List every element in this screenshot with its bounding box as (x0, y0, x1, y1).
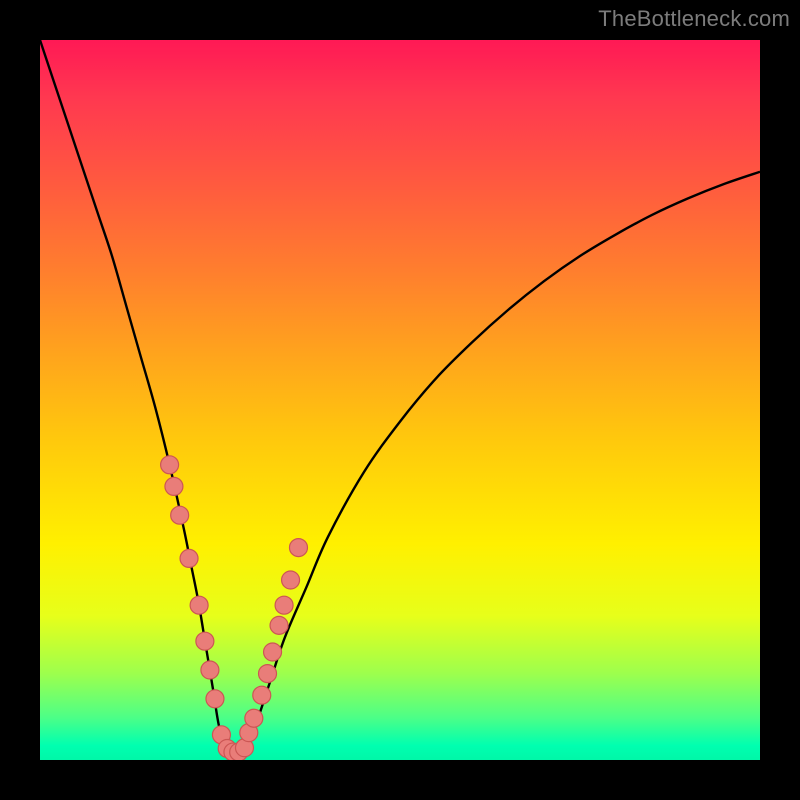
bottleneck-curve (40, 40, 760, 754)
marker-point (196, 632, 214, 650)
marker-point (165, 477, 183, 495)
highlighted-points (161, 456, 308, 760)
marker-point (253, 686, 271, 704)
marker-point (201, 661, 219, 679)
marker-point (190, 596, 208, 614)
chart-canvas: TheBottleneck.com (0, 0, 800, 800)
marker-point (289, 539, 307, 557)
marker-point (282, 571, 300, 589)
marker-point (270, 616, 288, 634)
marker-point (275, 596, 293, 614)
marker-point (206, 690, 224, 708)
watermark-text: TheBottleneck.com (598, 6, 790, 32)
marker-point (264, 643, 282, 661)
marker-point (245, 709, 263, 727)
plot-area (40, 40, 760, 760)
marker-point (180, 549, 198, 567)
marker-point (259, 665, 277, 683)
marker-point (171, 506, 189, 524)
marker-point (161, 456, 179, 474)
curve-svg (40, 40, 760, 760)
